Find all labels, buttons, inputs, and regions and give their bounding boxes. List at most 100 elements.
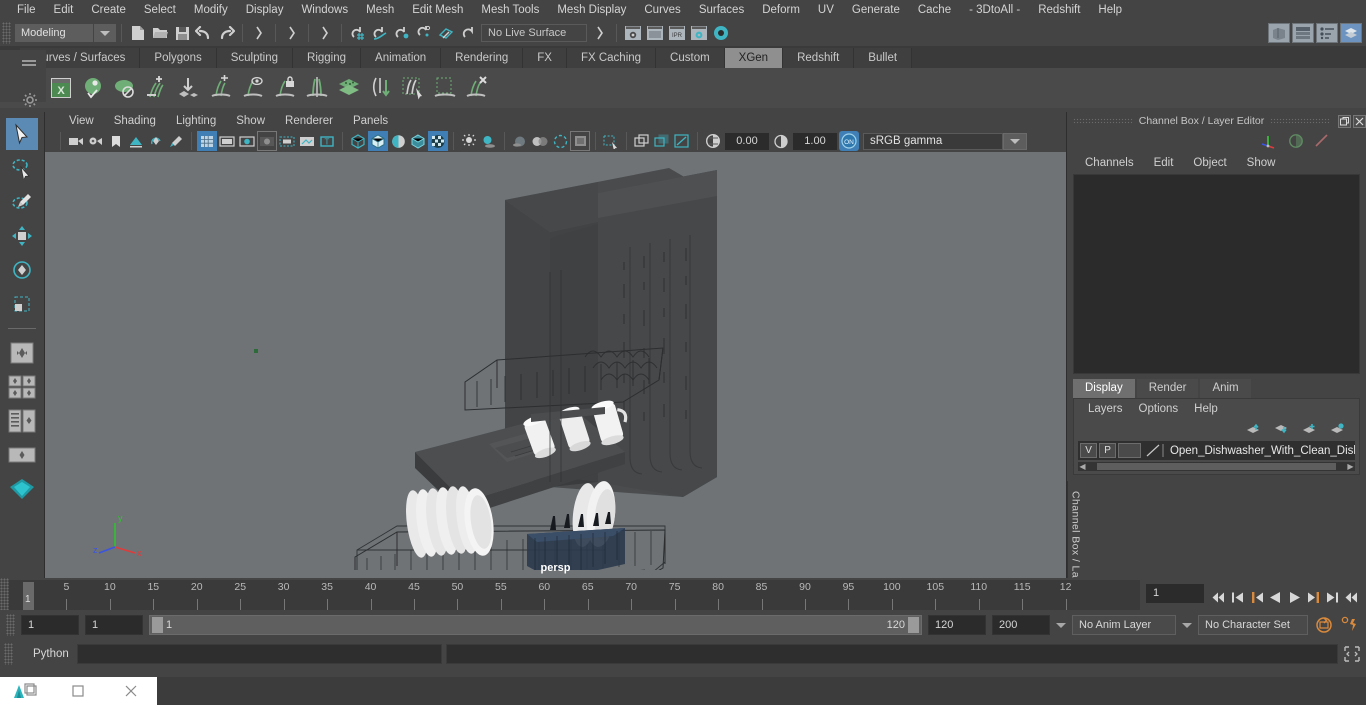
- shelf-options-gear-icon[interactable]: [22, 92, 38, 108]
- menu-item-uv[interactable]: UV: [809, 0, 843, 20]
- move-tool[interactable]: [6, 220, 38, 252]
- panel-grip-right[interactable]: [1270, 118, 1330, 124]
- range-end-field[interactable]: 120: [928, 615, 986, 635]
- menu-item-cache[interactable]: Cache: [909, 0, 960, 20]
- range-slider[interactable]: 1 120: [149, 615, 922, 635]
- select-by-object-icon[interactable]: [281, 22, 303, 44]
- menu-item-edit-mesh[interactable]: Edit Mesh: [403, 0, 472, 20]
- shape-icon[interactable]: [1314, 133, 1330, 149]
- wireframe-on-shaded-icon[interactable]: [428, 131, 448, 151]
- xgen-convert-icon[interactable]: [366, 72, 396, 104]
- last-tool-used[interactable]: [6, 337, 38, 369]
- command-input[interactable]: [77, 644, 442, 664]
- menu-item-file[interactable]: File: [8, 0, 45, 20]
- gamma-icon[interactable]: [771, 131, 791, 151]
- motion-blur-icon[interactable]: [530, 131, 550, 151]
- anim-start-field[interactable]: 1: [21, 615, 79, 635]
- xgen-region-icon[interactable]: [430, 72, 460, 104]
- xgen-density-icon[interactable]: [334, 72, 364, 104]
- color-management-toggle-icon[interactable]: ON: [839, 131, 859, 151]
- layer-tab-render[interactable]: Render: [1136, 379, 1199, 398]
- flat-shade-icon[interactable]: [408, 131, 428, 151]
- new-layer-icon[interactable]: [1301, 423, 1317, 435]
- xgen-lock-guide-icon[interactable]: [270, 72, 300, 104]
- menu-item-mesh[interactable]: Mesh: [357, 0, 403, 20]
- move-layer-down-icon[interactable]: [1273, 423, 1289, 435]
- select-by-component-icon[interactable]: [314, 22, 336, 44]
- xgen-add-description-icon[interactable]: [206, 72, 236, 104]
- undo-icon[interactable]: [193, 22, 215, 44]
- xgen-add-guides-icon[interactable]: [142, 72, 172, 104]
- exposure-reset-icon[interactable]: [672, 131, 692, 151]
- step-back-frame-icon[interactable]: [1229, 588, 1246, 607]
- layer-menu-help[interactable]: Help: [1186, 403, 1226, 415]
- shelf-menu-icon[interactable]: [22, 60, 36, 62]
- channel-menu-object[interactable]: Object: [1183, 157, 1236, 169]
- shelf-tab-sculpting[interactable]: Sculpting: [216, 48, 294, 68]
- channel-menu-channels[interactable]: Channels: [1075, 157, 1144, 169]
- new-scene-icon[interactable]: [127, 22, 149, 44]
- maya-app-icon[interactable]: [0, 677, 52, 705]
- panel-grip-left[interactable]: [1073, 118, 1133, 124]
- character-set-dropdown-arrow[interactable]: [1182, 622, 1192, 628]
- restore-window-icon[interactable]: [52, 677, 104, 705]
- xgen-editor-icon[interactable]: X: [46, 72, 76, 104]
- step-forward-key-icon[interactable]: [1305, 588, 1322, 607]
- layer-playback-toggle[interactable]: P: [1099, 443, 1117, 458]
- play-backwards-icon[interactable]: [1267, 588, 1284, 607]
- viewport-menu-shading[interactable]: Shading: [104, 112, 166, 130]
- command-line-grip[interactable]: [4, 643, 13, 665]
- camera-attributes-icon[interactable]: [86, 131, 106, 151]
- auto-key-icon[interactable]: [1314, 615, 1334, 635]
- scroll-left-arrow[interactable]: ◀: [1078, 462, 1087, 471]
- menu-item-3dtoall[interactable]: - 3DtoAll -: [960, 0, 1029, 20]
- viewport-menu-lighting[interactable]: Lighting: [166, 112, 226, 130]
- lighting-icon[interactable]: [459, 131, 479, 151]
- exposure-icon[interactable]: [703, 131, 723, 151]
- menu-item-help[interactable]: Help: [1089, 0, 1131, 20]
- menu-item-modify[interactable]: Modify: [185, 0, 237, 20]
- image-plane-icon[interactable]: [126, 131, 146, 151]
- range-start-handle[interactable]: [152, 617, 163, 633]
- transform-axis-icon[interactable]: [1260, 133, 1278, 149]
- attribute-editor-icon[interactable]: [1292, 23, 1314, 43]
- xgen-disable-preview-icon[interactable]: [110, 72, 140, 104]
- xray-icon[interactable]: [297, 131, 317, 151]
- xgen-select-guides-icon[interactable]: [398, 72, 428, 104]
- persp-outliner-layout[interactable]: [6, 405, 38, 437]
- menu-item-curves[interactable]: Curves: [635, 0, 689, 20]
- snap-to-projected-center-icon[interactable]: [413, 22, 435, 44]
- table-row[interactable]: V P Open_Dishwasher_With_Clean_Dishe: [1078, 441, 1355, 460]
- range-slider-grip[interactable]: [6, 614, 15, 636]
- shelf-tab-animation[interactable]: Animation: [361, 48, 442, 68]
- bookmark-icon[interactable]: [106, 131, 126, 151]
- channel-box-icon[interactable]: [1316, 23, 1338, 43]
- script-editor-icon[interactable]: [1342, 644, 1362, 664]
- paint-effects-icon[interactable]: [166, 131, 186, 151]
- film-origin-icon[interactable]: [277, 131, 297, 151]
- menu-item-create[interactable]: Create: [82, 0, 135, 20]
- viewport-menu-renderer[interactable]: Renderer: [275, 112, 343, 130]
- viewport-menu-view[interactable]: View: [59, 112, 104, 130]
- viewport-menu-panels[interactable]: Panels: [343, 112, 398, 130]
- snap-to-view-plane-icon[interactable]: [435, 22, 457, 44]
- select-camera-icon[interactable]: [66, 131, 86, 151]
- shelf-tab-fx-caching[interactable]: FX Caching: [566, 48, 657, 68]
- menu-item-select[interactable]: Select: [135, 0, 185, 20]
- wireframe-shading-icon[interactable]: [348, 131, 368, 151]
- smooth-shading-icon[interactable]: [368, 131, 388, 151]
- anim-layer-dropdown-arrow[interactable]: [1056, 622, 1066, 628]
- layer-menu-options[interactable]: Options: [1131, 403, 1187, 415]
- smooth-shade-all-icon[interactable]: [388, 131, 408, 151]
- menu-set-dropdown-arrow[interactable]: [94, 24, 116, 42]
- time-slider[interactable]: 1 5 10 15 20 25 30 35 40 45 50 55 60 65 70 75 80 85 90 95 1…: [9, 580, 1140, 610]
- snap-to-point-icon[interactable]: [391, 22, 413, 44]
- xray-active-components-icon[interactable]: [601, 131, 621, 151]
- menu-item-mesh-tools[interactable]: Mesh Tools: [472, 0, 548, 20]
- shelf-tab-bullet[interactable]: Bullet: [854, 48, 913, 68]
- shadows-icon[interactable]: [479, 131, 499, 151]
- channel-menu-edit[interactable]: Edit: [1144, 157, 1184, 169]
- layer-shading-toggle[interactable]: [1118, 443, 1141, 458]
- xray-joints-icon[interactable]: [632, 131, 652, 151]
- menu-set-selector[interactable]: Modeling: [15, 24, 116, 42]
